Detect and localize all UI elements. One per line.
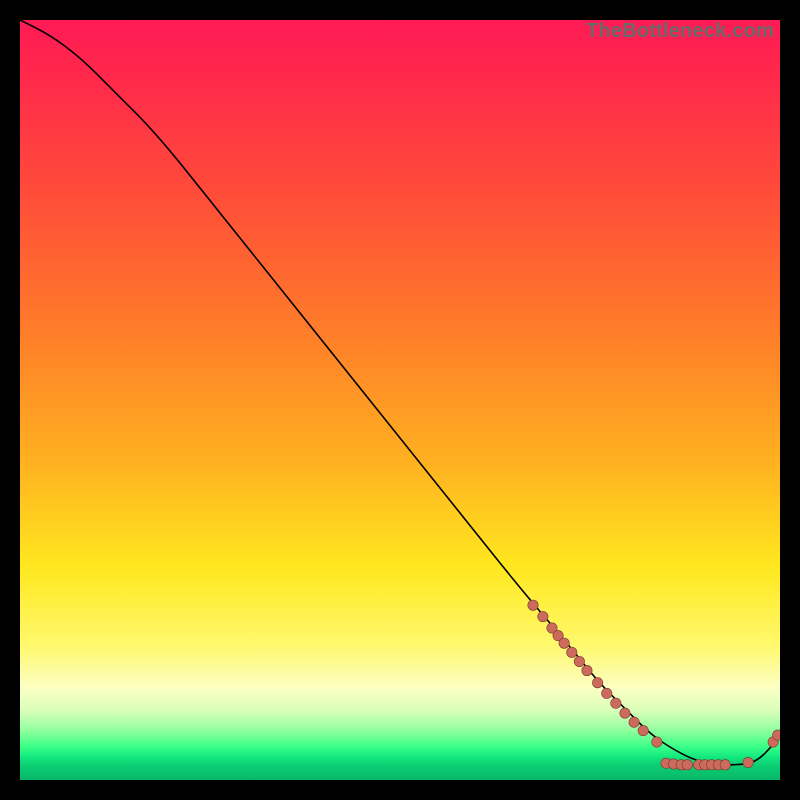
markers-layer [528, 600, 780, 770]
data-marker [773, 730, 780, 740]
chart-frame: TheBottleneck.com [20, 20, 780, 780]
data-marker [538, 611, 548, 621]
bottleneck-curve [20, 20, 780, 765]
data-marker [592, 678, 602, 688]
data-marker [602, 688, 612, 698]
data-marker [652, 737, 662, 747]
data-marker [638, 725, 648, 735]
data-marker [559, 638, 569, 648]
data-marker [567, 647, 577, 657]
data-marker [743, 757, 753, 767]
data-marker [720, 760, 730, 770]
data-marker [682, 760, 692, 770]
data-marker [629, 717, 639, 727]
data-marker [611, 698, 621, 708]
data-marker [528, 600, 538, 610]
data-marker [620, 708, 630, 718]
chart-svg [20, 20, 780, 780]
data-marker [582, 665, 592, 675]
data-marker [574, 656, 584, 666]
